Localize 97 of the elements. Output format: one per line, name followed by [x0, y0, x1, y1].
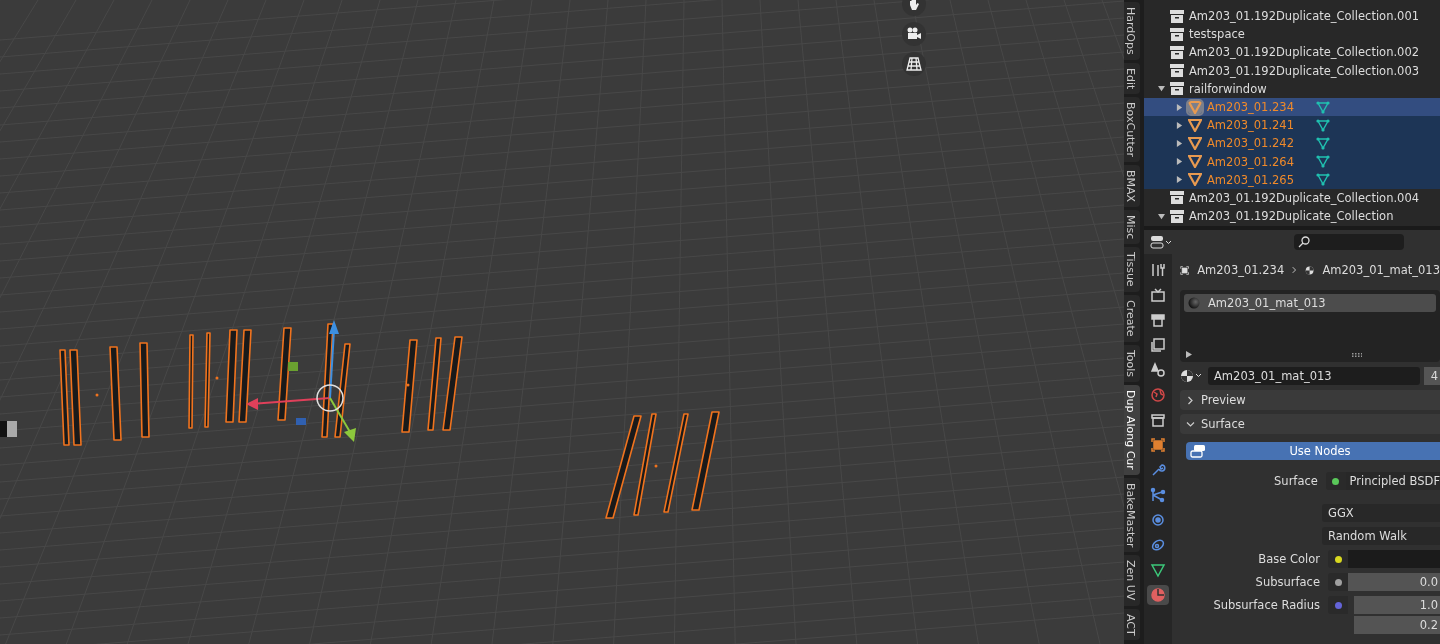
socket-dot[interactable]	[1334, 578, 1342, 586]
mesh-triangle-icon[interactable]	[1316, 100, 1330, 114]
item-name: railforwindow	[1189, 81, 1267, 96]
box-icon	[1170, 27, 1184, 41]
mesh-triangle-icon[interactable]	[1316, 155, 1330, 169]
sidebar-tab[interactable]: Dup Along Cur	[1124, 384, 1140, 475]
material-name-field[interactable]: Am203_01_mat_013	[1208, 367, 1420, 385]
box-icon	[1170, 191, 1184, 205]
sidebar-tab[interactable]: BoxCutter	[1124, 97, 1140, 163]
outliner-row[interactable]: testspace	[1144, 25, 1440, 44]
disclosure-triangle-icon[interactable]	[1157, 212, 1165, 220]
triangle-icon	[1188, 173, 1202, 187]
outliner-row[interactable]: railforwindow	[1144, 79, 1440, 98]
item-name: Am203_01.192Duplicate_Collection	[1189, 209, 1394, 224]
triangle-icon	[1188, 118, 1202, 132]
socket-dot[interactable]	[1332, 477, 1340, 485]
sidebar-tab[interactable]: HardOps	[1124, 2, 1140, 60]
sidebar-tab[interactable]: Tools	[1124, 344, 1140, 382]
expand-triangle-icon[interactable]	[1186, 351, 1192, 358]
item-name: Am203_01.192Duplicate_Collection.001	[1189, 9, 1420, 24]
search-icon	[1298, 236, 1310, 248]
disclosure-triangle-icon[interactable]	[1175, 103, 1183, 111]
disclosure-triangle-icon[interactable]	[1157, 85, 1165, 93]
disclosure-triangle-icon[interactable]	[1175, 121, 1183, 129]
sidebar-tab[interactable]: Zen UV	[1124, 555, 1140, 606]
square-icon	[1180, 263, 1190, 277]
outliner-row[interactable]: Am203_01.241	[1144, 116, 1440, 135]
triangle-icon	[1188, 155, 1202, 169]
node-icon	[1190, 444, 1206, 458]
triangle-icon	[1188, 100, 1202, 114]
number-field[interactable]: 0.2	[1354, 616, 1440, 634]
mesh-triangle-icon[interactable]	[1316, 136, 1330, 150]
sidebar-tab[interactable]: Edit	[1124, 62, 1140, 94]
outliner-row[interactable]: Am203_01.192Duplicate_Collection	[1144, 207, 1440, 226]
material-slot[interactable]: Am203_01_mat_013	[1184, 294, 1436, 312]
editor-type-icon[interactable]	[1150, 235, 1172, 249]
socket-dot[interactable]	[1334, 601, 1342, 609]
outliner-row[interactable]: Am203_01.192Duplicate_Collection.001	[1144, 7, 1440, 26]
chevron-down-icon	[1186, 419, 1195, 429]
item-name: Am203_01.192Duplicate_Collection.003	[1189, 63, 1420, 78]
sidebar-tab[interactable]: BakeMaster	[1124, 477, 1140, 553]
disclosure-triangle-icon[interactable]	[1175, 139, 1183, 147]
breadcrumb-item: Am203_01_mat_013	[1322, 263, 1440, 277]
camera-icon[interactable]	[902, 22, 926, 46]
triangle-icon	[1188, 136, 1202, 150]
number-field[interactable]: 0.0	[1348, 573, 1440, 591]
resize-handle-icon[interactable]	[1352, 352, 1362, 357]
mesh-triangle-icon[interactable]	[1316, 118, 1330, 132]
use-nodes-button[interactable]: Use Nodes	[1186, 442, 1440, 460]
property-label: Surface	[1273, 473, 1319, 490]
sidebar-tab[interactable]: Create	[1124, 295, 1140, 342]
disclosure-triangle-icon[interactable]	[1175, 176, 1183, 184]
search-field[interactable]	[1294, 234, 1404, 250]
panel-title: Surface	[1201, 417, 1245, 431]
box-icon	[1170, 209, 1184, 223]
user-count-field[interactable]: 4	[1424, 367, 1440, 385]
disclosure-triangle-icon[interactable]	[1175, 158, 1183, 166]
item-name: Am203_01.242	[1207, 136, 1294, 151]
sidebar-tab[interactable]: Tissue	[1124, 247, 1140, 293]
property-label: Subsurface	[1254, 574, 1321, 591]
box-icon	[1170, 82, 1184, 96]
dropdown-field[interactable]: Random Walk	[1322, 527, 1440, 545]
sidebar-tab[interactable]: Misc	[1124, 210, 1140, 245]
object-drawing	[0, 421, 17, 437]
shader-dropdown[interactable]: Principled BSDF	[1345, 472, 1440, 490]
box-icon	[1170, 64, 1184, 78]
outliner-row[interactable]: Am203_01.242	[1144, 134, 1440, 153]
panel-header[interactable]: Surface	[1180, 414, 1440, 434]
chevron-right-icon	[1292, 265, 1298, 275]
socket-dot[interactable]	[1334, 555, 1342, 563]
slot-name: Am203_01_mat_013	[1208, 296, 1326, 310]
item-name: Am203_01.265	[1207, 172, 1294, 187]
perspective-grid-icon[interactable]	[902, 52, 926, 76]
item-name: Am203_01.234	[1207, 100, 1294, 115]
property-label: Base Color	[1257, 551, 1321, 568]
outliner-row[interactable]: Am203_01.192Duplicate_Collection.002	[1144, 43, 1440, 62]
outliner-row[interactable]: Am203_01.192Duplicate_Collection.003	[1144, 61, 1440, 80]
number-field[interactable]: 1.0	[1354, 596, 1440, 614]
dropdown-field[interactable]: GGX	[1322, 504, 1440, 522]
box-icon	[1170, 45, 1184, 59]
outliner-row[interactable]: Am203_01.192Duplicate_Collection.004	[1144, 188, 1440, 208]
box-icon	[1170, 9, 1184, 23]
sphere-icon	[1188, 297, 1200, 309]
mesh-triangle-icon[interactable]	[1316, 173, 1330, 187]
sidebar-tab[interactable]: ACT	[1124, 608, 1140, 641]
chevron-right-icon	[1186, 395, 1195, 405]
item-name: testspace	[1189, 27, 1245, 42]
sidebar-tab[interactable]: BMAX	[1124, 165, 1140, 208]
item-name: Am203_01.192Duplicate_Collection.004	[1189, 190, 1420, 205]
item-name: Am203_01.192Duplicate_Collection.002	[1189, 45, 1420, 60]
item-name: Am203_01.241	[1207, 118, 1294, 133]
panel-title: Preview	[1201, 393, 1246, 407]
breadcrumb-item: Am203_01.234	[1197, 263, 1285, 277]
item-name: Am203_01.264	[1207, 154, 1294, 169]
material-browse-icon[interactable]	[1180, 369, 1204, 383]
panel-header[interactable]: Preview	[1180, 390, 1440, 410]
property-label: Subsurface Radius	[1212, 597, 1321, 614]
